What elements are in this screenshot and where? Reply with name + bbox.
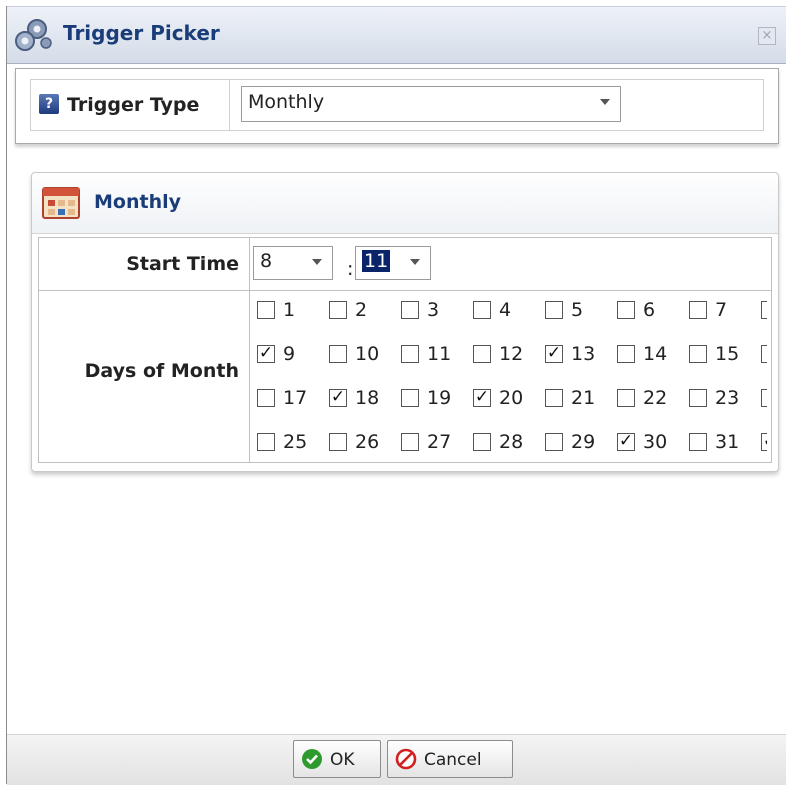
day-checkbox[interactable] [689, 301, 707, 319]
days-of-month-checkboxes: 12345678✓9101112✓1314151617✓1819✓2021222… [257, 296, 767, 462]
day-checkbox[interactable] [617, 389, 635, 407]
dialog-footer: OK Cancel [7, 734, 786, 785]
day-checkbox[interactable] [761, 345, 767, 363]
trigger-type-bar: ? Trigger Type Monthly [15, 68, 779, 144]
close-icon: × [761, 28, 773, 43]
day-number: 28 [499, 431, 524, 453]
day-checkbox[interactable] [257, 433, 275, 451]
cancel-button[interactable]: Cancel [387, 740, 513, 778]
start-time-label: Start Time [126, 253, 239, 275]
chevron-down-icon [600, 99, 610, 105]
day-number: 25 [283, 431, 308, 453]
day-checkbox[interactable]: ✓ [473, 389, 491, 407]
day-number: 21 [571, 387, 596, 409]
ok-button[interactable]: OK [293, 740, 381, 778]
days-of-month-label: Days of Month [84, 360, 239, 382]
cancel-button-label: Cancel [424, 750, 482, 770]
trigger-type-row: ? Trigger Type Monthly [30, 79, 764, 131]
time-separator: : [347, 258, 354, 280]
day-checkbox[interactable] [329, 433, 347, 451]
day-checkbox[interactable] [761, 301, 767, 319]
gears-icon [15, 19, 52, 51]
day-number: 6 [643, 299, 656, 321]
panel-title: Monthly [94, 191, 181, 213]
day-checkbox[interactable] [257, 301, 275, 319]
day-number: 2 [355, 299, 368, 321]
window-title: Trigger Picker [63, 21, 220, 45]
minute-value: 11 [362, 250, 391, 272]
row-divider [39, 290, 771, 291]
monthly-form-grid: Start Time 8 : 11 Days of Month 12345678… [38, 237, 772, 463]
day-checkbox[interactable] [329, 301, 347, 319]
day-checkbox[interactable]: ✓ [545, 345, 563, 363]
trigger-type-label: Trigger Type [67, 94, 200, 116]
day-number: 22 [643, 387, 668, 409]
day-checkbox[interactable] [545, 389, 563, 407]
day-number: 13 [571, 343, 596, 365]
day-number: 14 [643, 343, 668, 365]
chevron-down-icon [410, 259, 420, 265]
day-number: 7 [715, 299, 728, 321]
monthly-panel-header: Monthly [32, 173, 778, 234]
day-checkbox[interactable] [473, 345, 491, 363]
hour-select[interactable]: 8 [253, 246, 333, 280]
day-number: 31 [715, 431, 740, 453]
day-checkbox[interactable] [257, 389, 275, 407]
check-icon [302, 749, 322, 769]
trigger-picker-dialog: Trigger Picker × ? Trigger Type Monthly [6, 6, 786, 785]
calendar-icon [42, 187, 80, 219]
day-number: 5 [571, 299, 584, 321]
no-entry-icon [395, 748, 417, 770]
day-checkbox[interactable] [761, 389, 767, 407]
day-checkbox[interactable] [473, 301, 491, 319]
day-number: 15 [715, 343, 740, 365]
hour-value: 8 [260, 250, 273, 272]
day-checkbox[interactable] [329, 345, 347, 363]
day-number: 12 [499, 343, 524, 365]
day-number: 4 [499, 299, 512, 321]
day-checkbox[interactable] [689, 433, 707, 451]
trigger-type-value: Monthly [248, 91, 325, 113]
day-checkbox[interactable] [545, 301, 563, 319]
day-checkbox[interactable] [617, 301, 635, 319]
day-number: 9 [283, 343, 296, 365]
chevron-down-icon [312, 259, 322, 265]
day-checkbox[interactable] [401, 301, 419, 319]
day-checkbox[interactable] [401, 433, 419, 451]
day-number: 27 [427, 431, 452, 453]
day-checkbox[interactable] [401, 389, 419, 407]
day-number: 26 [355, 431, 380, 453]
day-checkbox[interactable]: ✓ [617, 433, 635, 451]
day-number: 30 [643, 431, 668, 453]
day-checkbox[interactable] [473, 433, 491, 451]
day-checkbox[interactable] [689, 389, 707, 407]
day-checkbox[interactable]: ✓ [329, 389, 347, 407]
day-number: 10 [355, 343, 380, 365]
day-checkbox[interactable]: ✓ [761, 433, 767, 451]
column-divider [249, 238, 250, 462]
day-checkbox[interactable] [689, 345, 707, 363]
day-checkbox[interactable] [617, 345, 635, 363]
day-number: 20 [499, 387, 524, 409]
day-number: 23 [715, 387, 740, 409]
title-bar[interactable]: Trigger Picker × [7, 6, 786, 64]
divider [229, 80, 230, 130]
minute-select[interactable]: 11 [355, 246, 431, 280]
day-checkbox[interactable] [401, 345, 419, 363]
day-number: 29 [571, 431, 596, 453]
day-number: 19 [427, 387, 452, 409]
day-number: 3 [427, 299, 440, 321]
day-number: 17 [283, 387, 308, 409]
monthly-panel: Monthly Start Time 8 : 11 Days of Month … [31, 172, 779, 472]
day-checkbox[interactable]: ✓ [257, 345, 275, 363]
day-number: 18 [355, 387, 380, 409]
close-button[interactable]: × [758, 27, 776, 45]
ok-button-label: OK [330, 750, 355, 770]
trigger-type-select[interactable]: Monthly [241, 86, 621, 122]
day-checkbox[interactable] [545, 433, 563, 451]
day-number: 11 [427, 343, 452, 365]
day-number: 1 [283, 299, 296, 321]
help-icon[interactable]: ? [39, 94, 59, 114]
